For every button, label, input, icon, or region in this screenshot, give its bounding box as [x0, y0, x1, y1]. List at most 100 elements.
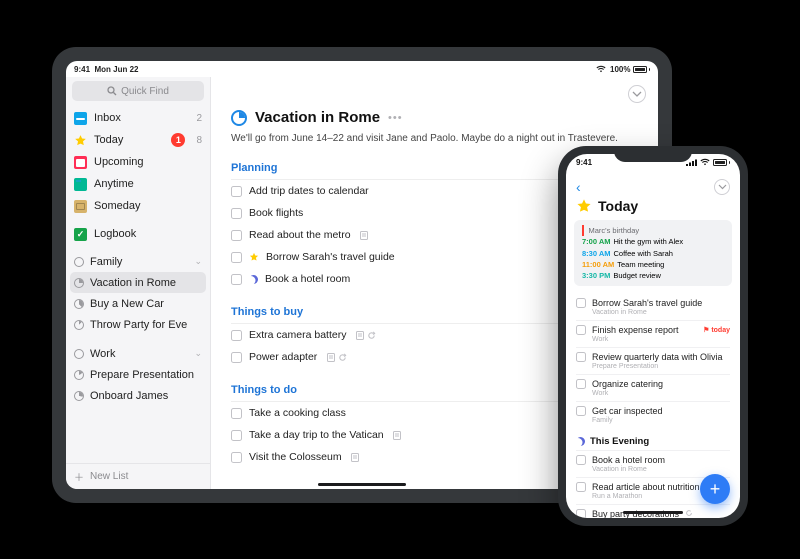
- task-row[interactable]: Organize cateringWork: [576, 374, 730, 401]
- notes-icon: [326, 353, 335, 362]
- checkbox[interactable]: [231, 408, 242, 419]
- task-subtitle: Work: [592, 390, 730, 397]
- more-menu-button[interactable]: [628, 85, 646, 103]
- calendar-event[interactable]: Marc's birthday: [582, 225, 726, 236]
- sidebar-item-today[interactable]: Today18: [66, 129, 210, 151]
- chevron-down-icon: [633, 92, 641, 97]
- project-label: Vacation in Rome: [90, 277, 176, 289]
- evening-heading: This Evening: [576, 428, 730, 450]
- checkbox[interactable]: [231, 430, 242, 441]
- moon-icon: [576, 437, 585, 446]
- area-label: Family: [90, 256, 188, 268]
- logbook-icon: [74, 228, 87, 241]
- sidebar-project[interactable]: Vacation in Rome: [70, 272, 206, 293]
- search-placeholder: Quick Find: [121, 86, 169, 97]
- checkbox[interactable]: [576, 509, 586, 518]
- iphone-nav-bar: ‹: [566, 176, 740, 198]
- back-button[interactable]: ‹: [576, 179, 581, 195]
- event-title: Marc's birthday: [589, 225, 640, 236]
- battery-pct: 100%: [610, 65, 630, 74]
- sidebar-project[interactable]: Prepare Presentation: [66, 364, 210, 385]
- task-subtitle: Vacation in Rome: [592, 309, 730, 316]
- calendar-event[interactable]: 11:00 AMTeam meeting: [582, 259, 726, 270]
- sidebar-item-anytime[interactable]: Anytime: [66, 173, 210, 195]
- task-row[interactable]: Borrow Sarah's travel guideVacation in R…: [576, 294, 730, 320]
- task-title: Take a day trip to the Vatican: [249, 429, 384, 441]
- add-button[interactable]: +: [700, 474, 730, 504]
- sidebar-item-label: Inbox: [94, 112, 189, 124]
- box-icon: [74, 200, 87, 213]
- sidebar-area-header[interactable]: Family⌄: [66, 251, 210, 272]
- checkbox[interactable]: [231, 252, 242, 263]
- sidebar-project[interactable]: Throw Party for Eve: [66, 314, 210, 335]
- task-row[interactable]: Finish expense report ⚑ today Work: [576, 320, 730, 347]
- sidebar-area-header[interactable]: Work⌄: [66, 343, 210, 364]
- calendar-event[interactable]: 8:30 AMCoffee with Sarah: [582, 248, 726, 259]
- sidebar-project[interactable]: Onboard James: [66, 385, 210, 406]
- new-list-button[interactable]: ＋New List: [66, 463, 210, 489]
- moon-icon: [249, 275, 258, 284]
- checkbox[interactable]: [231, 186, 242, 197]
- home-indicator: [318, 483, 406, 487]
- deadline-flag: ⚑ today: [703, 326, 730, 334]
- checkbox[interactable]: [576, 379, 586, 389]
- sidebar-item-someday[interactable]: Someday: [66, 195, 210, 217]
- calendar-event[interactable]: 3:30 PMBudget review: [582, 270, 726, 281]
- ellipsis-icon[interactable]: •••: [388, 112, 403, 124]
- evening-label: This Evening: [590, 436, 649, 447]
- project-progress-icon: [74, 391, 84, 401]
- task-title: Finish expense report: [592, 325, 679, 335]
- iphone-device: 9:41 ‹ Today Marc's birthday7:00 AMHit t…: [558, 146, 748, 526]
- checkbox[interactable]: [231, 208, 242, 219]
- task-subtitle: Work: [592, 336, 730, 343]
- checkbox[interactable]: [576, 406, 586, 416]
- star-icon: [249, 252, 259, 262]
- iphone-screen: 9:41 ‹ Today Marc's birthday7:00 AMHit t…: [566, 154, 740, 518]
- project-progress-icon: [231, 110, 247, 126]
- task-title: Borrow Sarah's travel guide: [266, 251, 395, 263]
- checkbox[interactable]: [576, 325, 586, 335]
- project-header: Vacation in Rome •••: [231, 109, 638, 126]
- task-row[interactable]: Review quarterly data with OliviaPrepare…: [576, 347, 730, 374]
- star-icon: [74, 134, 87, 147]
- checkbox[interactable]: [231, 274, 242, 285]
- event-title: Team meeting: [617, 259, 664, 270]
- sidebar-item-count: 8: [196, 135, 202, 146]
- task-row[interactable]: Get car inspectedFamily: [576, 401, 730, 428]
- checkbox[interactable]: [231, 330, 242, 341]
- task-title: Get car inspected: [592, 406, 663, 416]
- task-title: Add trip dates to calendar: [249, 185, 369, 197]
- repeat-icon: [338, 353, 347, 362]
- sidebar-project[interactable]: Buy a New Car: [66, 293, 210, 314]
- notch: [614, 146, 692, 162]
- sidebar-item-count: 2: [196, 113, 202, 124]
- project-progress-icon: [74, 320, 84, 330]
- checkbox[interactable]: [576, 455, 586, 465]
- chevron-down-icon: ⌄: [194, 348, 202, 359]
- search-input[interactable]: Quick Find: [72, 81, 204, 101]
- checkbox[interactable]: [231, 352, 242, 363]
- iphone-title: Today: [598, 198, 638, 214]
- notes-icon: [393, 431, 402, 440]
- task-title: Book a hotel room: [592, 455, 665, 465]
- sidebar-item-inbox[interactable]: Inbox 2: [66, 107, 210, 129]
- checkbox[interactable]: [231, 230, 242, 241]
- ipad-date: Mon Jun 22: [94, 65, 138, 74]
- inbox-icon: [74, 112, 87, 125]
- project-label: Throw Party for Eve: [90, 319, 187, 331]
- project-progress-icon: [74, 370, 84, 380]
- calendar-event[interactable]: 7:00 AMHit the gym with Alex: [582, 236, 726, 247]
- event-time: 7:00 AM: [582, 236, 610, 247]
- checkbox[interactable]: [576, 482, 586, 492]
- more-menu-button[interactable]: [714, 179, 730, 195]
- checkbox[interactable]: [576, 352, 586, 362]
- sidebar-item-label: Today: [94, 134, 164, 146]
- sidebar-item-logbook[interactable]: Logbook: [66, 223, 210, 245]
- checkbox[interactable]: [576, 298, 586, 308]
- sidebar-item-upcoming[interactable]: Upcoming: [66, 151, 210, 173]
- task-title: Read about the metro: [249, 229, 351, 241]
- calendar-card[interactable]: Marc's birthday7:00 AMHit the gym with A…: [574, 220, 732, 286]
- project-progress-icon: [74, 299, 84, 309]
- task-row[interactable]: Book a hotel roomVacation in Rome: [576, 450, 730, 477]
- project-notes[interactable]: We'll go from June 14–22 and visit Jane …: [231, 132, 638, 146]
